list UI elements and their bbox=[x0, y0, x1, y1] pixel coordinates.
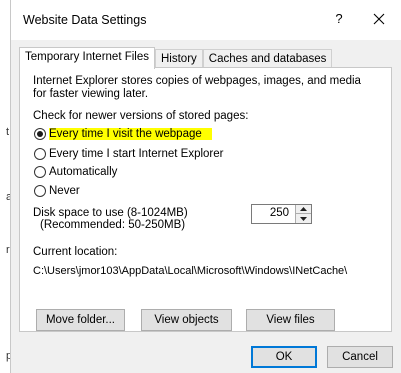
radio-button[interactable] bbox=[34, 184, 46, 197]
disk-space-value[interactable]: 250 bbox=[270, 207, 289, 219]
move-folder-button[interactable]: Move folder... bbox=[36, 309, 125, 331]
cancel-button[interactable]: Cancel bbox=[327, 346, 393, 368]
tab-panel: Internet Explorer stores copies of webpa… bbox=[19, 67, 392, 332]
spin-buttons bbox=[295, 205, 311, 223]
description-line-1: Internet Explorer stores copies of webpa… bbox=[33, 75, 361, 87]
radio-every-start[interactable]: Every time I start Internet Explorer bbox=[34, 145, 223, 162]
disk-space-recommended: (Recommended: 50-250MB) bbox=[40, 219, 186, 231]
disk-space-spinbox[interactable]: 250 bbox=[251, 204, 312, 224]
tab-history[interactable]: History bbox=[155, 49, 203, 69]
radio-label: Every time I start Internet Explorer bbox=[49, 147, 224, 160]
tab-temporary-internet-files[interactable]: Temporary Internet Files bbox=[19, 47, 155, 69]
current-location-path: C:\Users\jmor103\AppData\Local\Microsoft… bbox=[33, 265, 348, 277]
description-line-2: for faster viewing later. bbox=[33, 88, 149, 100]
website-data-settings-dialog: Website Data Settings ? Temporary Intern… bbox=[10, 0, 401, 373]
view-objects-button[interactable]: View objects bbox=[141, 309, 232, 331]
spin-up-button[interactable] bbox=[296, 205, 311, 214]
current-location-label: Current location: bbox=[33, 246, 118, 258]
radio-button[interactable] bbox=[34, 165, 46, 178]
view-files-button[interactable]: View files bbox=[246, 309, 335, 331]
radio-button[interactable] bbox=[34, 147, 46, 160]
dialog-title: Website Data Settings bbox=[23, 13, 147, 27]
check-newer-versions-label: Check for newer versions of stored pages… bbox=[33, 110, 249, 122]
radio-automatically[interactable]: Automatically bbox=[34, 163, 117, 180]
help-button[interactable]: ? bbox=[329, 11, 349, 26]
close-button[interactable] bbox=[366, 6, 392, 32]
background-window-edge: t a r p bbox=[0, 0, 12, 373]
ok-button[interactable]: OK bbox=[251, 346, 317, 368]
radio-never[interactable]: Never bbox=[34, 182, 80, 199]
close-icon bbox=[373, 13, 385, 25]
radio-label: Every time I visit the webpage bbox=[49, 127, 212, 140]
radio-label: Automatically bbox=[49, 165, 118, 178]
spin-down-button[interactable] bbox=[296, 214, 311, 223]
radio-label: Never bbox=[49, 184, 80, 197]
disk-space-label: Disk space to use (8-1024MB) bbox=[33, 207, 188, 219]
title-bar: Website Data Settings ? bbox=[11, 0, 401, 40]
chevron-down-icon bbox=[300, 216, 307, 221]
tab-caches-and-databases[interactable]: Caches and databases bbox=[202, 49, 333, 69]
background-text: t bbox=[6, 126, 10, 138]
chevron-up-icon bbox=[300, 207, 307, 211]
tab-strip: Temporary Internet Files History Caches … bbox=[19, 47, 333, 69]
radio-every-visit[interactable]: Every time I visit the webpage bbox=[34, 125, 212, 142]
radio-button-checked[interactable] bbox=[34, 127, 46, 140]
